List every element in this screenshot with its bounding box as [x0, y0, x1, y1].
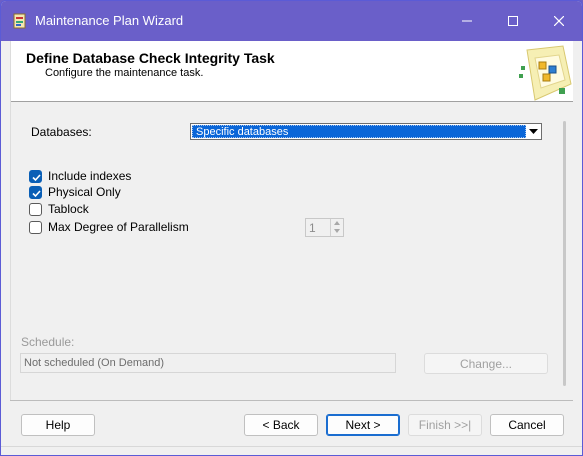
footer-divider [10, 400, 573, 401]
max-parallelism-label[interactable]: Max Degree of Parallelism [48, 220, 189, 234]
databases-selected-value: Specific databases [192, 125, 526, 138]
next-button[interactable]: Next > [326, 414, 400, 436]
physical-only-checkbox[interactable] [29, 186, 42, 199]
tablock-checkbox[interactable] [29, 203, 42, 216]
vertical-scrollbar[interactable] [563, 121, 566, 386]
wizard-window: Maintenance Plan Wizard Define Database … [0, 0, 583, 456]
app-icon [12, 13, 28, 29]
page-subtitle: Configure the maintenance task. [45, 67, 204, 79]
wizard-illustration-icon [515, 44, 573, 102]
max-parallelism-checkbox[interactable] [29, 221, 42, 234]
finish-button[interactable]: Finish >>| [408, 414, 482, 436]
page-title: Define Database Check Integrity Task [26, 50, 275, 66]
parallelism-value: 1 [309, 221, 316, 235]
maximize-icon[interactable] [490, 1, 536, 41]
cancel-button[interactable]: Cancel [490, 414, 564, 436]
stepper-arrows[interactable] [330, 219, 343, 236]
back-button[interactable]: < Back [244, 414, 318, 436]
physical-only-label[interactable]: Physical Only [48, 185, 121, 199]
include-indexes-label[interactable]: Include indexes [48, 169, 131, 183]
title-bar[interactable]: Maintenance Plan Wizard [1, 1, 582, 41]
chevron-down-icon[interactable] [527, 125, 540, 138]
left-border [10, 41, 11, 401]
wizard-header: Define Database Check Integrity Task Con… [10, 41, 573, 102]
change-schedule-button[interactable]: Change... [424, 353, 548, 374]
chevron-up-icon[interactable] [331, 219, 343, 227]
close-icon[interactable] [536, 1, 582, 41]
include-indexes-checkbox[interactable] [29, 170, 42, 183]
window-title: Maintenance Plan Wizard [35, 13, 184, 28]
help-button[interactable]: Help [21, 414, 95, 436]
window-bottom-edge [1, 446, 582, 447]
schedule-label: Schedule: [21, 335, 75, 349]
schedule-field: Not scheduled (On Demand) [20, 353, 396, 373]
parallelism-stepper[interactable]: 1 [305, 218, 344, 237]
minimize-icon[interactable] [444, 1, 490, 41]
tablock-label[interactable]: Tablock [48, 202, 89, 216]
databases-combo[interactable]: Specific databases [190, 123, 542, 140]
chevron-down-icon[interactable] [331, 227, 343, 235]
databases-label: Databases: [31, 125, 92, 139]
